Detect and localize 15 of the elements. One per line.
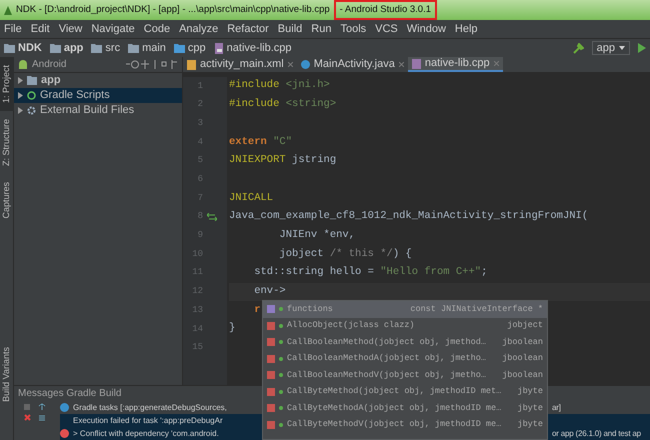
code-line: env-> <box>253 284 286 300</box>
version-highlight: - Android Studio 3.0.1 <box>334 0 438 20</box>
code-line: Java_com_example_cf8_1012_ndk_MainActivity_stringFromJNI( <box>229 209 588 224</box>
code-line: } <box>229 321 236 336</box>
code-line: #include <jni.h> <box>229 78 330 94</box>
code-line: JNICALL <box>229 190 274 206</box>
code-line: #include <string> <box>229 97 336 112</box>
code-line: extern "C" <box>229 134 292 150</box>
window-title: NDK - [D:\android_project\NDK] - [app] - ...\app\src\main\cpp\native-lib.cpp <box>16 2 330 17</box>
panel-title: Messages Gradle Build <box>18 387 122 401</box>
code-line: std::string hello = "Hello from C++"; <box>253 265 488 280</box>
code-line: r <box>253 302 261 318</box>
code-line: JNIEXPORT jstring <box>229 153 336 168</box>
code-line: jobject /* this */) { <box>278 246 412 262</box>
code-line: JNIEnv *env, <box>278 228 356 243</box>
